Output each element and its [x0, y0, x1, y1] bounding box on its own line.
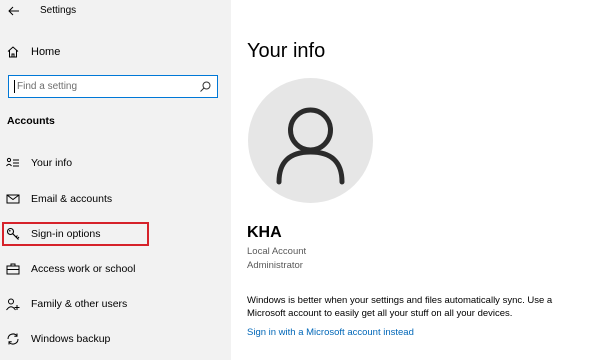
sidebar-item-access-work-school[interactable]: Access work or school	[0, 257, 231, 281]
account-type: Local Account	[247, 246, 307, 257]
person-list-icon	[6, 156, 20, 170]
avatar	[248, 78, 373, 203]
page-title: Your info	[247, 40, 326, 62]
search-box[interactable]	[8, 75, 218, 98]
sidebar-item-label: Your info	[31, 157, 73, 169]
sidebar-item-sign-in-options[interactable]: Sign-in options	[0, 222, 231, 246]
sidebar-item-label: Sign-in options	[31, 228, 101, 240]
account-role: Administrator	[247, 260, 303, 271]
home-nav-item[interactable]: Home	[0, 40, 231, 66]
sidebar-item-label: Email & accounts	[31, 193, 113, 205]
person-icon	[276, 107, 345, 185]
section-label-accounts: Accounts	[7, 115, 55, 127]
home-icon	[6, 45, 20, 59]
sync-description: Windows is better when your settings and…	[247, 295, 553, 319]
home-label: Home	[31, 46, 61, 58]
back-button[interactable]	[6, 3, 22, 19]
key-icon	[6, 227, 20, 241]
sidebar-item-windows-backup[interactable]: Windows backup	[0, 327, 231, 351]
sidebar-item-email-accounts[interactable]: Email & accounts	[0, 187, 231, 211]
sign-in-microsoft-link[interactable]: Sign in with a Microsoft account instead	[247, 327, 414, 338]
sync-icon	[6, 332, 20, 346]
sidebar-item-family-other-users[interactable]: Family & other users	[0, 292, 231, 316]
user-name: KHA	[247, 224, 282, 241]
app-title: Settings	[40, 5, 77, 16]
back-arrow-icon	[8, 6, 19, 16]
title-bar: Settings	[0, 0, 231, 24]
briefcase-icon	[6, 262, 20, 276]
search-input[interactable]	[17, 78, 197, 95]
sidebar-item-label: Windows backup	[31, 333, 111, 345]
sidebar-item-label: Access work or school	[31, 263, 136, 275]
sidebar-item-your-info[interactable]: Your info	[0, 151, 231, 175]
mail-icon	[6, 192, 20, 206]
search-icon[interactable]	[199, 80, 212, 93]
sidebar-item-label: Family & other users	[31, 298, 128, 310]
sidebar: Settings Home Accounts Your info	[0, 0, 231, 360]
add-person-icon	[6, 297, 20, 311]
text-caret	[14, 80, 15, 93]
